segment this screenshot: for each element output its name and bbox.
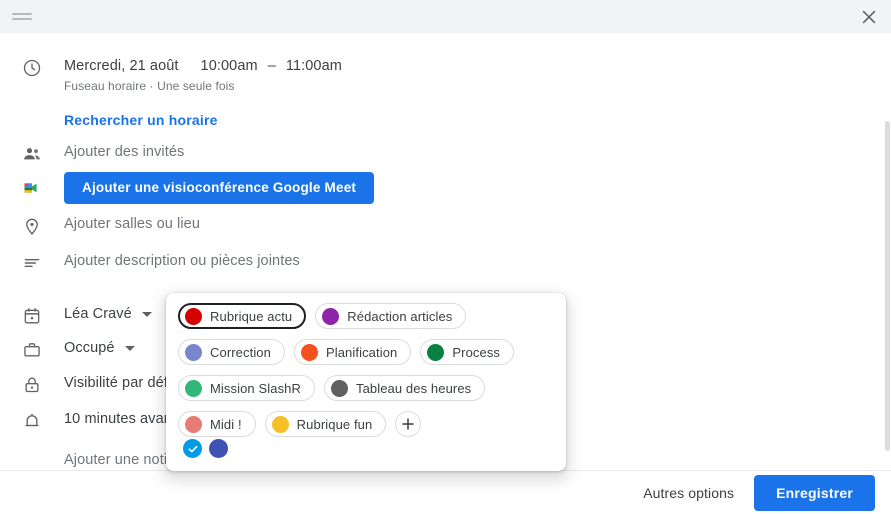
color-chip[interactable]: Process [420, 339, 515, 365]
color-chip-line: Midi ! Rubrique fun [178, 411, 554, 437]
color-chip[interactable]: Rubrique actu [178, 303, 307, 329]
timezone-recurrence-subtitle[interactable]: Fuseau horaire · Une seule fois [64, 78, 342, 95]
color-chip[interactable]: Planification [293, 339, 412, 365]
color-chip[interactable]: Correction [178, 339, 285, 365]
color-chip-label: Correction [210, 344, 271, 360]
color-dot-selected[interactable] [183, 439, 202, 458]
find-a-time-link[interactable]: Rechercher un horaire [64, 112, 342, 128]
close-icon[interactable] [855, 3, 883, 31]
color-chip-label: Rédaction articles [347, 308, 453, 324]
availability-label: Occupé [64, 340, 115, 356]
dialog-footer: Autres options Enregistrer [0, 470, 891, 514]
row-datetime: Mercredi, 21 août 10:00am – 11:00am Fuse… [0, 57, 342, 128]
row-visibility: Visibilité par défaut [0, 374, 188, 395]
color-chip-label: Planification [325, 344, 398, 360]
color-picker-popup: Rubrique actu Rédaction articles Correctio… [166, 293, 566, 471]
color-chip[interactable]: Mission SlashR [178, 375, 315, 401]
color-chip-line: Correction Planification Process [178, 339, 554, 365]
description-lines-icon [0, 252, 64, 273]
calendar-icon [0, 305, 64, 326]
add-color-icon[interactable] [395, 411, 422, 437]
color-dot[interactable] [209, 439, 228, 458]
add-description-input[interactable]: Ajouter description ou pièces jointes [64, 252, 300, 271]
row-calendar: Léa Cravé [0, 305, 152, 326]
color-swatch-icon [185, 415, 202, 433]
color-chip-label: Process [452, 344, 501, 360]
add-google-meet-button[interactable]: Ajouter une visioconférence Google Meet [64, 172, 375, 204]
event-date[interactable]: Mercredi, 21 août [64, 57, 179, 76]
briefcase-icon [0, 339, 64, 360]
save-button[interactable]: Enregistrer [754, 474, 875, 511]
row-conference: Ajouter une visioconférence Google Meet [0, 172, 375, 204]
event-end-time[interactable]: 11:00am [286, 57, 342, 76]
availability-select[interactable]: Occupé [64, 339, 135, 358]
event-start-time[interactable]: 10:00am [201, 57, 258, 76]
color-swatch-icon [271, 415, 289, 433]
chevron-down-icon [141, 312, 152, 317]
color-chip-rows: Rubrique actu Rédaction articles Correctio… [178, 303, 554, 437]
bell-icon [0, 410, 64, 431]
color-chip[interactable]: Tableau des heures [323, 375, 486, 401]
color-chip[interactable]: Rédaction articles [315, 303, 467, 329]
color-swatch-icon [185, 343, 202, 361]
people-icon [0, 143, 64, 164]
clock-icon [0, 57, 64, 78]
event-editor-dialog: Mercredi, 21 août 10:00am – 11:00am Fuse… [0, 0, 891, 514]
color-chip-label: Tableau des heures [355, 380, 472, 396]
color-chip-line: Mission SlashR Tableau des heures [178, 375, 554, 401]
row-location: Ajouter salles ou lieu [0, 215, 200, 236]
color-swatch-icon [322, 307, 340, 325]
time-separator: – [267, 58, 276, 74]
color-chip[interactable]: Midi ! [178, 411, 256, 437]
scrollbar-thumb[interactable] [885, 121, 890, 451]
color-chip-line: Rubrique actu Rédaction articles [178, 303, 554, 329]
row-guests: Ajouter des invités [0, 143, 184, 164]
color-chip-label: Mission SlashR [210, 380, 301, 396]
calendar-owner-label: Léa Cravé [64, 306, 132, 322]
chevron-down-icon [124, 346, 135, 351]
row-availability: Occupé [0, 339, 135, 360]
color-swatch-icon [300, 343, 318, 361]
color-chip-label: Rubrique fun [296, 416, 373, 432]
add-guests-input[interactable]: Ajouter des invités [64, 143, 184, 162]
color-swatch-icon [185, 307, 202, 325]
more-options-button[interactable]: Autres options [629, 476, 748, 510]
color-swatch-icon [330, 379, 348, 397]
notification-value[interactable]: 10 minutes avant [64, 410, 176, 429]
calendar-owner-select[interactable]: Léa Cravé [64, 305, 152, 324]
row-notification: 10 minutes avant [0, 410, 176, 431]
location-pin-icon [0, 215, 64, 236]
vertical-scrollbar[interactable] [883, 33, 891, 470]
color-swatch-icon [185, 379, 202, 397]
drag-handle-icon[interactable] [12, 11, 32, 23]
add-location-input[interactable]: Ajouter salles ou lieu [64, 215, 200, 234]
lock-icon [0, 374, 64, 395]
color-chip[interactable]: Rubrique fun [264, 411, 387, 437]
row-description: Ajouter description ou pièces jointes [0, 252, 300, 273]
color-chip-label: Rubrique actu [210, 308, 293, 324]
color-chip-label: Midi ! [210, 416, 242, 432]
color-swatch-icon [427, 343, 445, 361]
color-dot-row [178, 439, 554, 458]
dialog-titlebar [0, 0, 891, 33]
google-meet-icon [0, 179, 64, 197]
